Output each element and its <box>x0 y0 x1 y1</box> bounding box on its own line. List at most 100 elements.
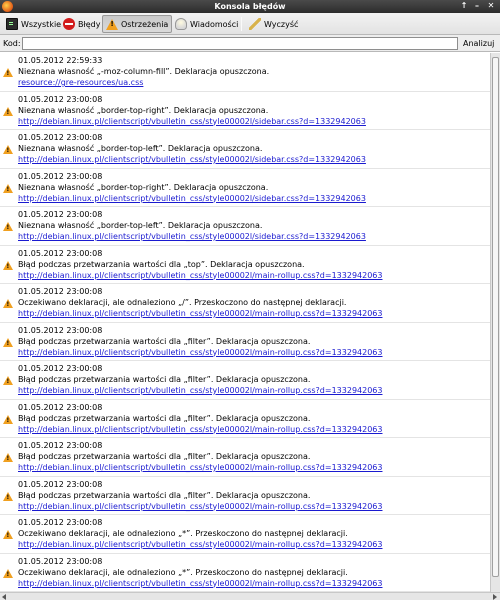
warning-icon <box>3 491 13 501</box>
message-row[interactable]: 01.05.2012 23:00:08 Błąd podczas przetwar… <box>0 438 490 477</box>
scroll-left-arrow-icon[interactable] <box>2 594 6 600</box>
message-text: Nieznana własność „border-top-right”. De… <box>18 105 269 115</box>
message-source-link[interactable]: http://debian.linux.pl/clientscript/vbul… <box>18 502 382 512</box>
message-text: Nieznana własność „border-top-left”. Dek… <box>18 144 263 153</box>
errors-button-label: Błędy <box>78 19 101 29</box>
message-text: Nieznana własność „border-top-left”. Dek… <box>18 221 263 230</box>
message-text: Błąd podczas przetwarzania wartości dla … <box>18 413 311 423</box>
message-text: Błąd podczas przetwarzania wartości dla … <box>18 375 311 384</box>
warning-icon <box>3 183 13 193</box>
message-row[interactable]: 01.05.2012 23:00:08Błąd podczas przetwar… <box>0 477 490 515</box>
message-source-link[interactable]: http://debian.linux.pl/clientscript/vbul… <box>18 425 382 435</box>
warning-icon <box>3 376 13 385</box>
messages-button-label: Wiadomości <box>190 19 239 29</box>
message-row[interactable]: 01.05.2012 23:00:08 Błąd podczas przetwar… <box>0 361 490 400</box>
message-timestamp: 01.05.2012 23:00:08 <box>18 287 103 296</box>
console-toolbar: Wszystkie Błędy Ostrzeżenia Wiadomości W… <box>0 13 500 35</box>
message-timestamp: 01.05.2012 22:59:33 <box>18 56 103 65</box>
window-up-icon[interactable]: ↑ <box>459 1 469 11</box>
message-source-link[interactable]: http://debian.linux.pl/clientscript/vbul… <box>18 271 382 281</box>
message-timestamp: 01.05.2012 23:00:08 <box>18 210 103 219</box>
message-row[interactable]: 01.05.2012 22:59:33 Nieznana własność „-m… <box>0 53 490 92</box>
error-icon <box>63 18 75 30</box>
analyze-button[interactable]: Analizuj <box>463 39 494 48</box>
code-input[interactable] <box>22 37 458 50</box>
message-row[interactable]: 01.05.2012 23:00:08Błąd podczas przetwar… <box>0 400 490 438</box>
code-label: Kod: <box>3 39 21 48</box>
message-timestamp: 01.05.2012 23:00:08 <box>18 402 103 412</box>
message-source-link[interactable]: http://debian.linux.pl/clientscript/vbul… <box>18 194 366 204</box>
messages-button[interactable]: Wiadomości <box>171 15 242 33</box>
message-source-link[interactable]: http://debian.linux.pl/clientscript/vbul… <box>18 348 382 358</box>
message-source-link[interactable]: http://debian.linux.pl/clientscript/vbul… <box>18 386 382 396</box>
warning-icon <box>3 145 13 154</box>
clear-button-label: Wyczyść <box>264 19 299 29</box>
message-text: Błąd podczas przetwarzania wartości dla … <box>18 336 311 346</box>
window-minimize-icon[interactable]: – <box>472 1 482 11</box>
window-close-icon[interactable]: ✕ <box>486 1 496 11</box>
message-source-link[interactable]: http://debian.linux.pl/clientscript/vbul… <box>18 155 366 165</box>
message-row[interactable]: 01.05.2012 23:00:08Błąd podczas przetwar… <box>0 323 490 361</box>
warning-icon <box>3 453 13 462</box>
warning-icon <box>3 337 13 347</box>
warning-icon <box>3 222 13 231</box>
warning-icon <box>3 414 13 424</box>
warnings-button[interactable]: Ostrzeżenia <box>102 15 173 33</box>
message-text: Błąd podczas przetwarzania wartości dla … <box>18 490 311 500</box>
message-source-link[interactable]: http://debian.linux.pl/clientscript/vbul… <box>18 579 382 589</box>
vertical-scrollbar-thumb[interactable] <box>492 57 499 577</box>
warning-icon <box>3 106 13 116</box>
message-timestamp: 01.05.2012 23:00:08 <box>18 325 103 335</box>
warnings-button-label: Ostrzeżenia <box>121 19 169 29</box>
message-timestamp: 01.05.2012 23:00:08 <box>18 518 103 527</box>
all-button[interactable]: Wszystkie <box>2 15 65 33</box>
message-text: Błąd podczas przetwarzania wartości dla … <box>18 452 311 461</box>
message-source-link[interactable]: resource://gre-resources/ua.css <box>18 78 143 88</box>
message-source-link[interactable]: http://debian.linux.pl/clientscript/vbul… <box>18 117 366 127</box>
message-timestamp: 01.05.2012 23:00:08 <box>18 441 103 450</box>
warning-icon <box>3 68 13 77</box>
message-row[interactable]: 01.05.2012 23:00:08 Oczekiwano deklaracji… <box>0 515 490 554</box>
message-text: Nieznana własność „-moz-column-fill”. De… <box>18 67 270 76</box>
warning-icon <box>3 530 13 539</box>
window-title: Konsola błędów <box>214 2 286 11</box>
message-timestamp: 01.05.2012 23:00:08 <box>18 94 103 104</box>
message-row[interactable]: 01.05.2012 23:00:08Oczekiwano deklaracji… <box>0 554 490 592</box>
message-row[interactable]: 01.05.2012 23:00:08Nieznana własność „bo… <box>0 130 490 169</box>
errors-button[interactable]: Błędy <box>59 15 105 33</box>
message-source-link[interactable]: http://debian.linux.pl/clientscript/vbul… <box>18 232 366 242</box>
message-text: Oczekiwano deklaracji, ale odnaleziono „… <box>18 298 347 307</box>
warning-icon <box>3 260 13 270</box>
warning-icon <box>3 568 13 578</box>
warning-icon <box>106 18 118 30</box>
message-text: Błąd podczas przetwarzania wartości dla … <box>18 259 305 269</box>
message-row[interactable]: 01.05.2012 23:00:08Nieznana własność „bo… <box>0 169 490 207</box>
message-timestamp: 01.05.2012 23:00:08 <box>18 171 103 181</box>
message-text: Oczekiwano deklaracji, ale odnaleziono „… <box>18 567 348 577</box>
warning-icon <box>3 299 13 308</box>
message-timestamp: 01.05.2012 23:00:08 <box>18 248 103 258</box>
message-text: Nieznana własność „border-top-right”. De… <box>18 182 269 192</box>
message-timestamp: 01.05.2012 23:00:08 <box>18 364 103 373</box>
message-row[interactable]: 01.05.2012 23:00:08Błąd podczas przetwar… <box>0 246 490 284</box>
info-bulb-icon <box>175 18 187 30</box>
all-button-label: Wszystkie <box>21 19 62 29</box>
message-row[interactable]: 01.05.2012 23:00:08 Oczekiwano deklaracji… <box>0 284 490 323</box>
message-row[interactable]: 01.05.2012 23:00:08 Nieznana własność „bo… <box>0 207 490 246</box>
window-titlebar[interactable]: Konsola błędów ↑ – ✕ <box>0 0 500 13</box>
message-source-link[interactable]: http://debian.linux.pl/clientscript/vbul… <box>18 309 382 319</box>
message-row[interactable]: 01.05.2012 23:00:08Nieznana własność „bo… <box>0 92 490 130</box>
horizontal-scrollbar[interactable] <box>0 592 500 600</box>
message-source-link[interactable]: http://debian.linux.pl/clientscript/vbul… <box>18 540 382 550</box>
messages-list[interactable]: 01.05.2012 22:59:33 Nieznana własność „-m… <box>0 53 490 592</box>
monitor-icon <box>6 18 18 30</box>
scroll-right-arrow-icon[interactable] <box>493 594 497 600</box>
broom-icon <box>249 18 261 30</box>
vertical-scrollbar[interactable] <box>490 53 500 592</box>
code-row: Kod: Analizuj <box>0 35 500 52</box>
message-text: Oczekiwano deklaracji, ale odnaleziono „… <box>18 529 348 538</box>
clear-button[interactable]: Wyczyść <box>245 15 302 33</box>
message-source-link[interactable]: http://debian.linux.pl/clientscript/vbul… <box>18 463 382 473</box>
message-timestamp: 01.05.2012 23:00:08 <box>18 479 103 489</box>
message-timestamp: 01.05.2012 23:00:08 <box>18 556 103 566</box>
